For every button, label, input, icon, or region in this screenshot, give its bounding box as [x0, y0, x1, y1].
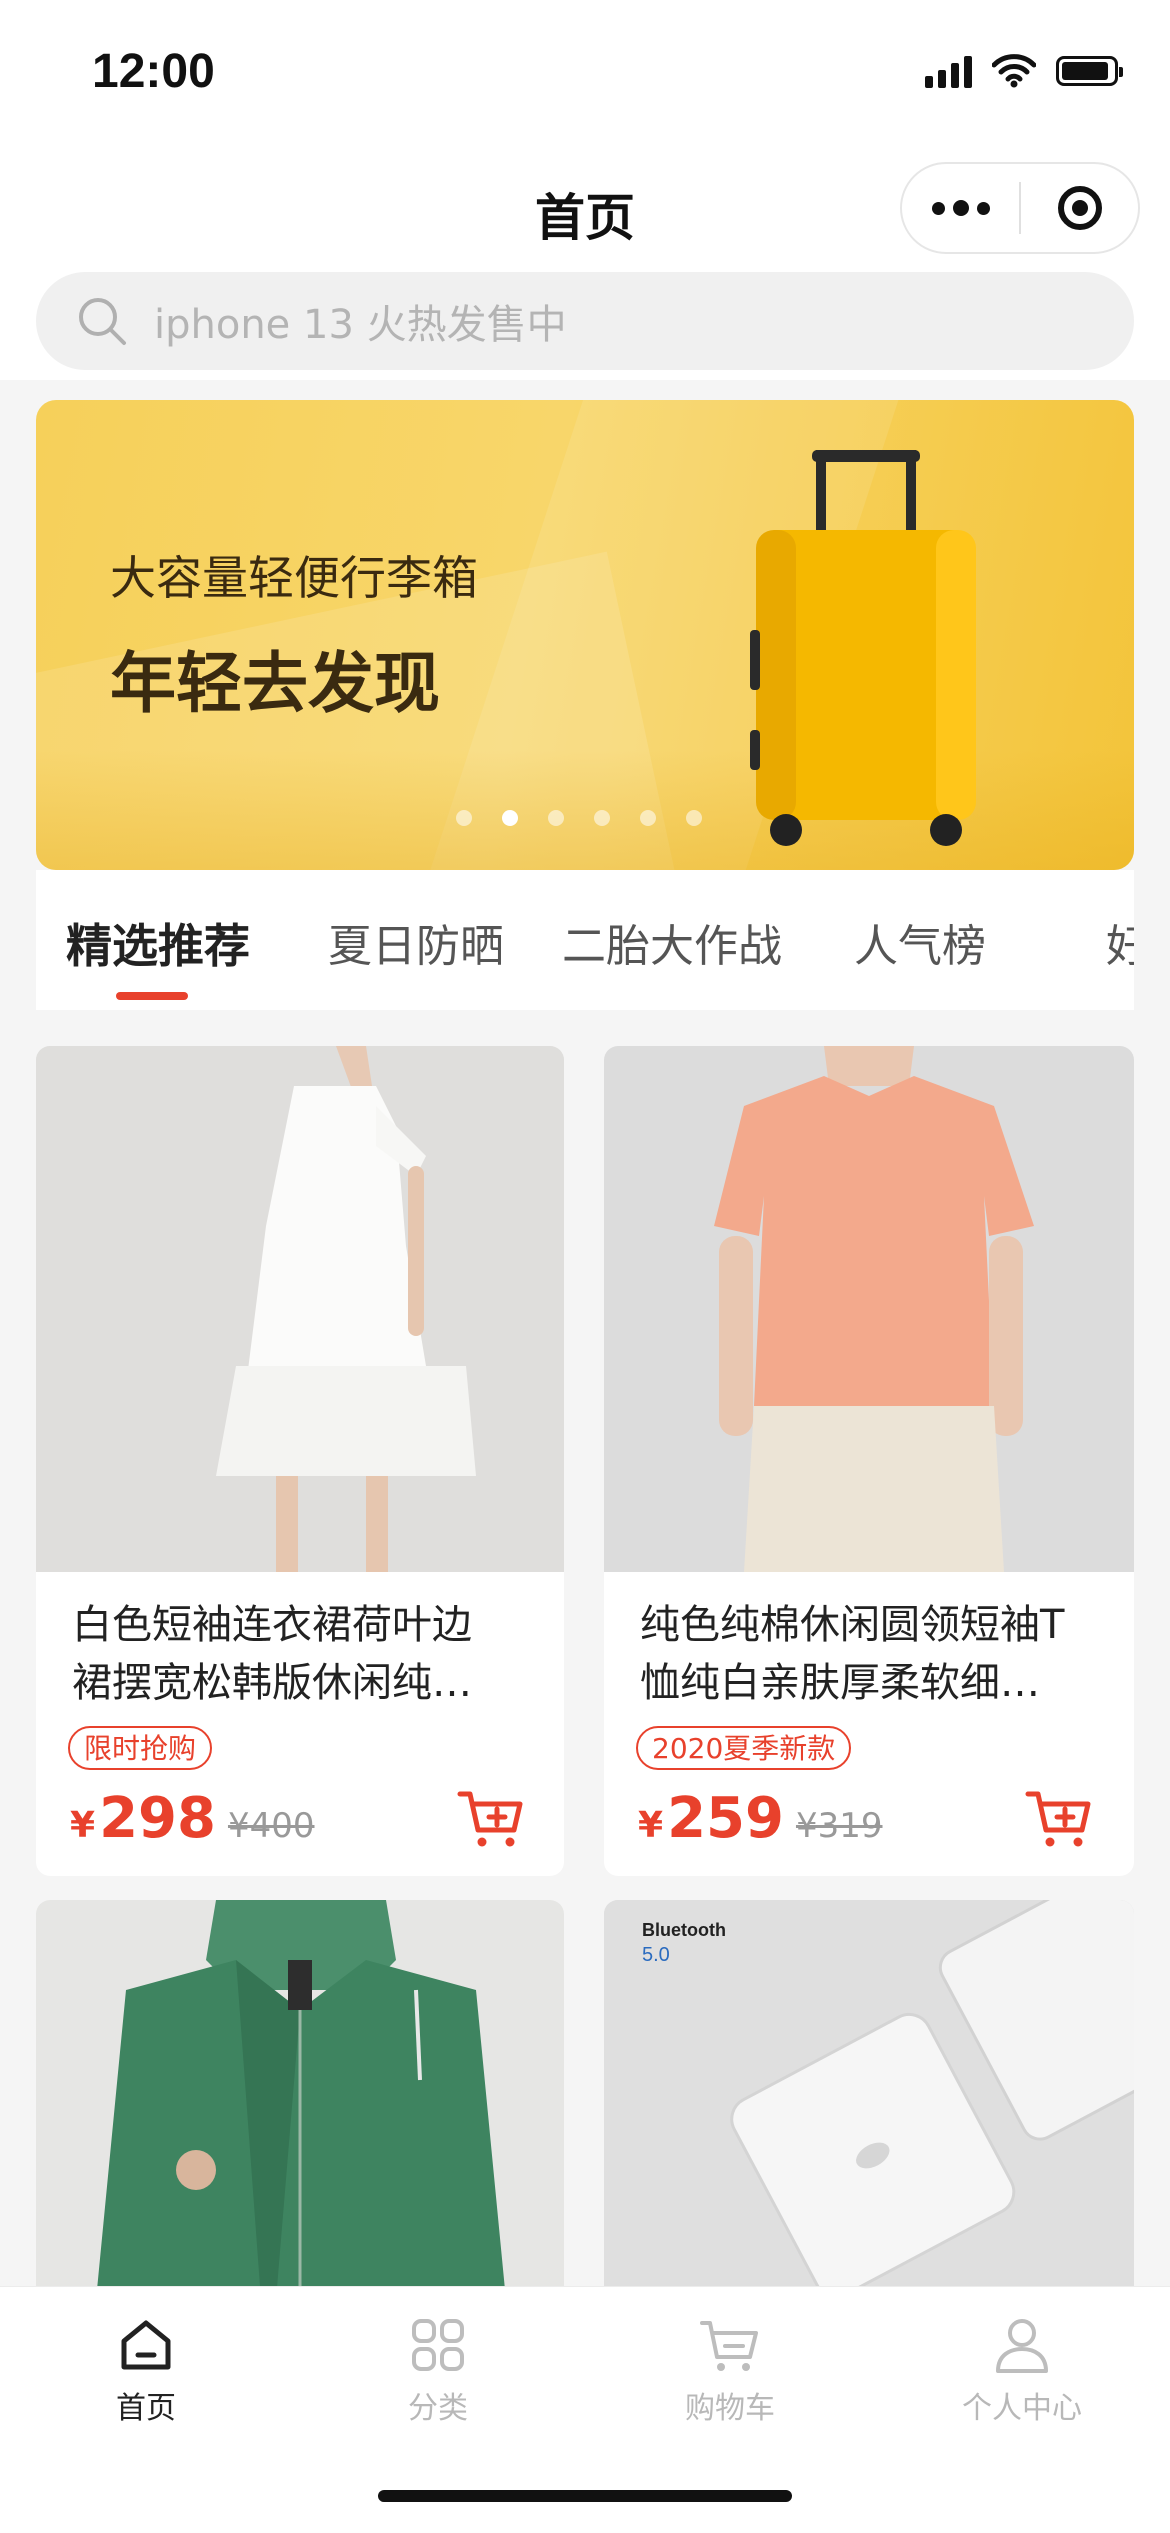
pagination-dot — [640, 810, 656, 826]
product-card[interactable]: Bluetooth 5.0 — [604, 1900, 1134, 2300]
search-placeholder: iphone 13 火热发售中 — [154, 302, 567, 348]
product-title: 纯色纯棉休闲圆领短袖T 恤纯白亲肤厚柔软细… — [640, 1596, 1100, 1712]
banner-title: 年轻去发现 — [110, 645, 440, 722]
tab-bar-label: 首页 — [116, 2391, 176, 2426]
original-price: ¥319 — [795, 1806, 883, 1846]
pagination-dot — [594, 810, 610, 826]
currency-symbol: ¥ — [70, 1805, 96, 1846]
product-title-line: 纯色纯棉休闲圆领短袖T — [640, 1602, 1065, 1648]
pagination-dot — [456, 810, 472, 826]
grid-icon — [412, 2319, 464, 2371]
status-bar: 12:00 — [0, 0, 1170, 140]
more-options-icon[interactable] — [902, 200, 1019, 216]
product-image-bluetooth-devices: Bluetooth 5.0 — [604, 1900, 1134, 2300]
tab-more[interactable]: 好 — [1106, 910, 1134, 974]
promo-banner[interactable]: 大容量轻便行李箱 年轻去发现 — [36, 400, 1134, 870]
search-icon — [79, 298, 126, 345]
product-image-white-dress — [36, 1046, 564, 1572]
product-card[interactable] — [36, 1900, 564, 2300]
status-icons — [925, 54, 1123, 88]
tab-bar-home[interactable]: 首页 — [0, 2299, 292, 2427]
product-image-pink-tshirt — [604, 1046, 1134, 1572]
tab-second-child[interactable]: 二胎大作战 — [562, 910, 782, 974]
mini-program-capsule — [900, 162, 1140, 254]
bluetooth-version-text: 5.0 — [642, 1944, 670, 1966]
battery-icon — [1056, 56, 1123, 86]
bluetooth-brand-text: Bluetooth — [642, 1920, 726, 1940]
close-mini-program-icon[interactable] — [1021, 186, 1138, 230]
add-to-cart-icon[interactable] — [1024, 1786, 1094, 1850]
promo-tag: 2020夏季新款 — [636, 1726, 852, 1770]
product-card[interactable]: 白色短袖连衣裙荷叶边 裙摆宽松韩版休闲纯… 限时抢购 ¥ 298 ¥400 — [36, 1046, 564, 1876]
price: ¥ 259 ¥319 — [638, 1786, 883, 1851]
banner-subtitle: 大容量轻便行李箱 — [110, 551, 478, 605]
tab-popular[interactable]: 人气榜 — [854, 910, 986, 974]
price: ¥ 298 ¥400 — [70, 1786, 315, 1851]
category-tabs: 精选推荐 夏日防晒 二胎大作战 人气榜 好 — [36, 870, 1134, 1010]
bluetooth-devices-illustration — [604, 1900, 1134, 2300]
product-title-line: 白色短袖连衣裙荷叶边 — [72, 1602, 472, 1648]
tab-bar-cart[interactable]: 购物车 — [584, 2299, 876, 2427]
tab-bar-category[interactable]: 分类 — [292, 2299, 584, 2427]
status-time: 12:00 — [92, 45, 215, 98]
add-to-cart-icon[interactable] — [456, 1786, 526, 1850]
tab-featured[interactable]: 精选推荐 — [66, 910, 250, 976]
currency-symbol: ¥ — [638, 1805, 664, 1846]
pagination-dot — [686, 810, 702, 826]
product-card[interactable]: 纯色纯棉休闲圆领短袖T 恤纯白亲肤厚柔软细… 2020夏季新款 ¥ 259 ¥3… — [604, 1046, 1134, 1876]
wifi-icon — [992, 54, 1036, 88]
cart-icon — [700, 2321, 758, 2371]
original-price: ¥400 — [227, 1806, 315, 1846]
product-title-line: 恤纯白亲肤厚柔软细… — [640, 1660, 1040, 1706]
current-price: 298 — [99, 1786, 216, 1851]
tab-bar-profile[interactable]: 个人中心 — [876, 2299, 1168, 2427]
tab-summer-sunscreen[interactable]: 夏日防晒 — [328, 910, 504, 974]
tab-bar-label: 个人中心 — [962, 2391, 1082, 2426]
banner-pagination — [456, 810, 702, 826]
user-icon — [996, 2319, 1048, 2373]
search-area: iphone 13 火热发售中 — [0, 270, 1170, 380]
search-input[interactable]: iphone 13 火热发售中 — [36, 272, 1134, 370]
tab-bar-label: 购物车 — [685, 2391, 775, 2426]
navigation-bar: 首页 — [0, 140, 1170, 270]
current-price: 259 — [667, 1786, 784, 1851]
pagination-dot — [548, 810, 564, 826]
pagination-dot — [502, 810, 518, 826]
active-tab-indicator — [116, 992, 188, 1000]
cellular-signal-icon — [925, 54, 972, 88]
tab-bar-label: 分类 — [408, 2391, 468, 2426]
home-icon — [121, 2320, 171, 2370]
product-title: 白色短袖连衣裙荷叶边 裙摆宽松韩版休闲纯… — [72, 1596, 532, 1712]
product-image-green-hoodie — [36, 1900, 564, 2300]
luggage-image — [750, 450, 976, 846]
product-title-line: 裙摆宽松韩版休闲纯… — [72, 1660, 472, 1706]
promo-tag: 限时抢购 — [68, 1726, 213, 1770]
home-indicator — [378, 2490, 792, 2502]
